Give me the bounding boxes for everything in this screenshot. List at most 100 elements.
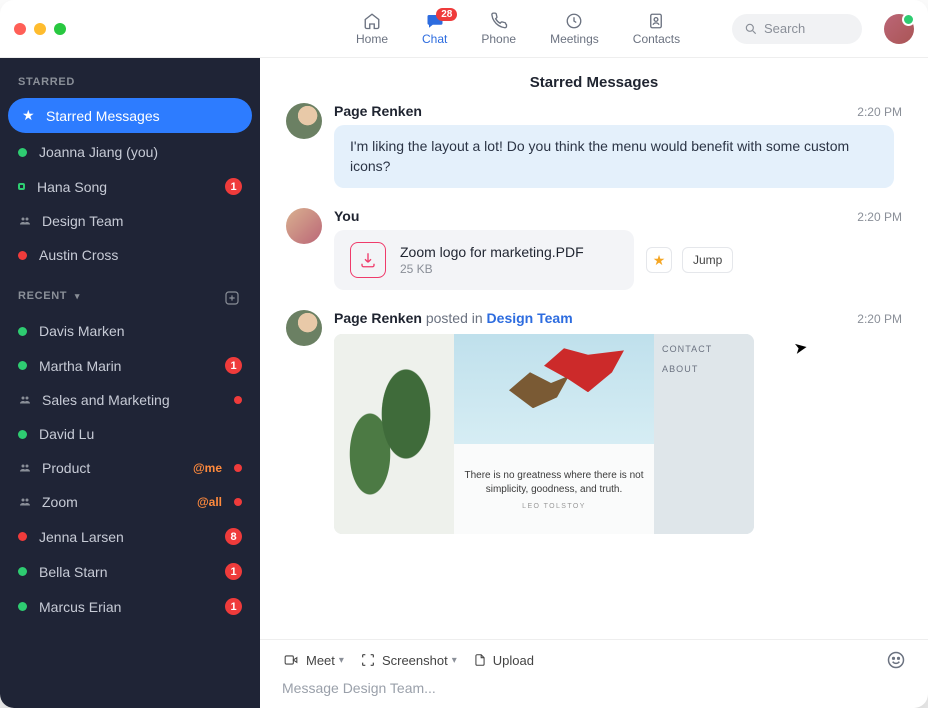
unread-count: 1	[225, 178, 242, 195]
chevron-down-icon: ▾	[452, 655, 457, 666]
presence-online-icon	[18, 430, 27, 439]
sidebar-item-davis[interactable]: Davis Marken	[0, 314, 260, 348]
main-panel: Starred Messages Page Renken I'm liking …	[260, 58, 928, 708]
nav-home[interactable]: Home	[356, 12, 388, 46]
avatar[interactable]	[286, 310, 322, 346]
sidebar-item-sales[interactable]: Sales and Marketing	[0, 383, 260, 417]
phone-icon	[489, 12, 509, 30]
sidebar-item-label: Starred Messages	[46, 108, 238, 124]
sidebar-item-label: David Lu	[39, 426, 242, 442]
sidebar-item-label: Marcus Erian	[39, 599, 213, 615]
meet-button[interactable]: Meet ▾	[282, 653, 344, 668]
sidebar-item-marcus[interactable]: Marcus Erian 1	[0, 589, 260, 624]
minimize-window-button[interactable]	[34, 23, 46, 35]
sidebar-item-jenna[interactable]: Jenna Larsen 8	[0, 519, 260, 554]
unread-count: 1	[225, 563, 242, 580]
nav-label: Meetings	[550, 32, 599, 46]
chevron-down-icon: ▾	[75, 291, 80, 301]
recent-section-label[interactable]: RECENT ▾	[0, 272, 260, 314]
file-icon	[473, 652, 487, 668]
zoom-window-button[interactable]	[54, 23, 66, 35]
titlebar: Home Chat 28 Phone Meetings Contacts S	[0, 0, 928, 58]
clock-icon	[564, 12, 584, 30]
nav-phone[interactable]: Phone	[481, 12, 516, 46]
unread-dot	[234, 464, 242, 472]
avatar[interactable]	[286, 208, 322, 244]
nav-label: Phone	[481, 32, 516, 46]
sidebar-item-product[interactable]: Product @me	[0, 451, 260, 485]
composer: Meet ▾ Screenshot ▾ Upload	[260, 639, 928, 708]
sidebar-item-starred-messages[interactable]: ★ Starred Messages	[8, 98, 252, 133]
nav-chat[interactable]: Chat 28	[422, 12, 447, 46]
sidebar-item-label: Sales and Marketing	[42, 392, 222, 408]
close-window-button[interactable]	[14, 23, 26, 35]
nav-label: Chat	[422, 32, 447, 46]
contacts-icon	[646, 12, 666, 30]
jump-button[interactable]: Jump	[682, 247, 733, 273]
plus-square-icon	[224, 290, 240, 306]
sidebar-item-label: Hana Song	[37, 179, 213, 195]
group-icon	[18, 394, 30, 406]
top-nav: Home Chat 28 Phone Meetings Contacts	[356, 12, 680, 46]
sidebar-item-david-lu[interactable]: David Lu	[0, 417, 260, 451]
message-bubble[interactable]: I'm liking the layout a lot! Do you thin…	[334, 125, 894, 188]
sidebar-item-zoom[interactable]: Zoom @all	[0, 485, 260, 519]
sidebar-item-label: Davis Marken	[39, 323, 242, 339]
upload-button[interactable]: Upload	[473, 652, 534, 668]
sidebar-item-bella[interactable]: Bella Starn 1	[0, 554, 260, 589]
preview-menu: CONTACT ABOUT	[654, 334, 754, 534]
group-icon	[18, 462, 30, 474]
presence-online-icon	[18, 327, 27, 336]
chevron-down-icon: ▾	[339, 655, 344, 666]
preview-tile	[454, 334, 654, 444]
presence-dnd-icon	[18, 251, 27, 260]
image-preview[interactable]: CONTACT ABOUT There is no greatness wher…	[334, 334, 754, 534]
message-row: You Zoom logo for marketing.PDF 25 KB	[286, 208, 902, 290]
chat-badge: 28	[436, 8, 457, 21]
presence-online-icon	[18, 361, 27, 370]
screenshot-icon	[360, 652, 376, 668]
preview-tile	[334, 334, 454, 534]
sidebar-item-hana[interactable]: Hana Song 1	[0, 169, 260, 204]
message-row: Page Renken posted in Design Team CONTAC…	[286, 310, 902, 534]
sidebar-item-austin[interactable]: Austin Cross	[0, 238, 260, 272]
nav-contacts[interactable]: Contacts	[633, 12, 680, 46]
unread-dot	[234, 396, 242, 404]
group-icon	[18, 215, 30, 227]
sidebar-item-label: Bella Starn	[39, 564, 213, 580]
file-attachment[interactable]: Zoom logo for marketing.PDF 25 KB	[334, 230, 634, 290]
screenshot-button[interactable]: Screenshot ▾	[360, 652, 457, 668]
presence-online-icon	[18, 602, 27, 611]
group-icon	[18, 496, 30, 508]
avatar[interactable]	[286, 103, 322, 139]
messages-list: Page Renken I'm liking the layout a lot!…	[260, 103, 928, 639]
file-name: Zoom logo for marketing.PDF	[400, 244, 584, 260]
star-toggle[interactable]: ★	[646, 247, 672, 273]
unread-count: 8	[225, 528, 242, 545]
nav-meetings[interactable]: Meetings	[550, 12, 599, 46]
emoji-button[interactable]	[886, 650, 906, 670]
sidebar-item-martha[interactable]: Martha Marin 1	[0, 348, 260, 383]
smile-icon	[886, 650, 906, 670]
sidebar-item-label: Austin Cross	[39, 247, 242, 263]
starred-section-label: STARRED	[0, 58, 260, 96]
sidebar: STARRED ★ Starred Messages Joanna Jiang …	[0, 58, 260, 708]
message-time: 2:20 PM	[857, 105, 902, 119]
sidebar-item-joanna[interactable]: Joanna Jiang (you)	[0, 135, 260, 169]
presence-away-icon	[18, 183, 25, 190]
message-input[interactable]	[282, 678, 906, 698]
mention-badge: @me	[193, 461, 222, 475]
message-author: You	[334, 208, 902, 224]
home-icon	[362, 12, 382, 30]
search-placeholder: Search	[764, 21, 805, 36]
search-box[interactable]: Search	[732, 14, 862, 44]
presence-dnd-icon	[18, 532, 27, 541]
message-time: 2:20 PM	[857, 210, 902, 224]
add-channel-button[interactable]	[224, 290, 240, 306]
sidebar-item-design-team[interactable]: Design Team	[0, 204, 260, 238]
mention-badge: @all	[197, 495, 222, 509]
message-time: 2:20 PM	[857, 312, 902, 326]
channel-link[interactable]: Design Team	[487, 310, 573, 326]
my-avatar[interactable]	[884, 14, 914, 44]
sidebar-item-label: Joanna Jiang (you)	[39, 144, 242, 160]
